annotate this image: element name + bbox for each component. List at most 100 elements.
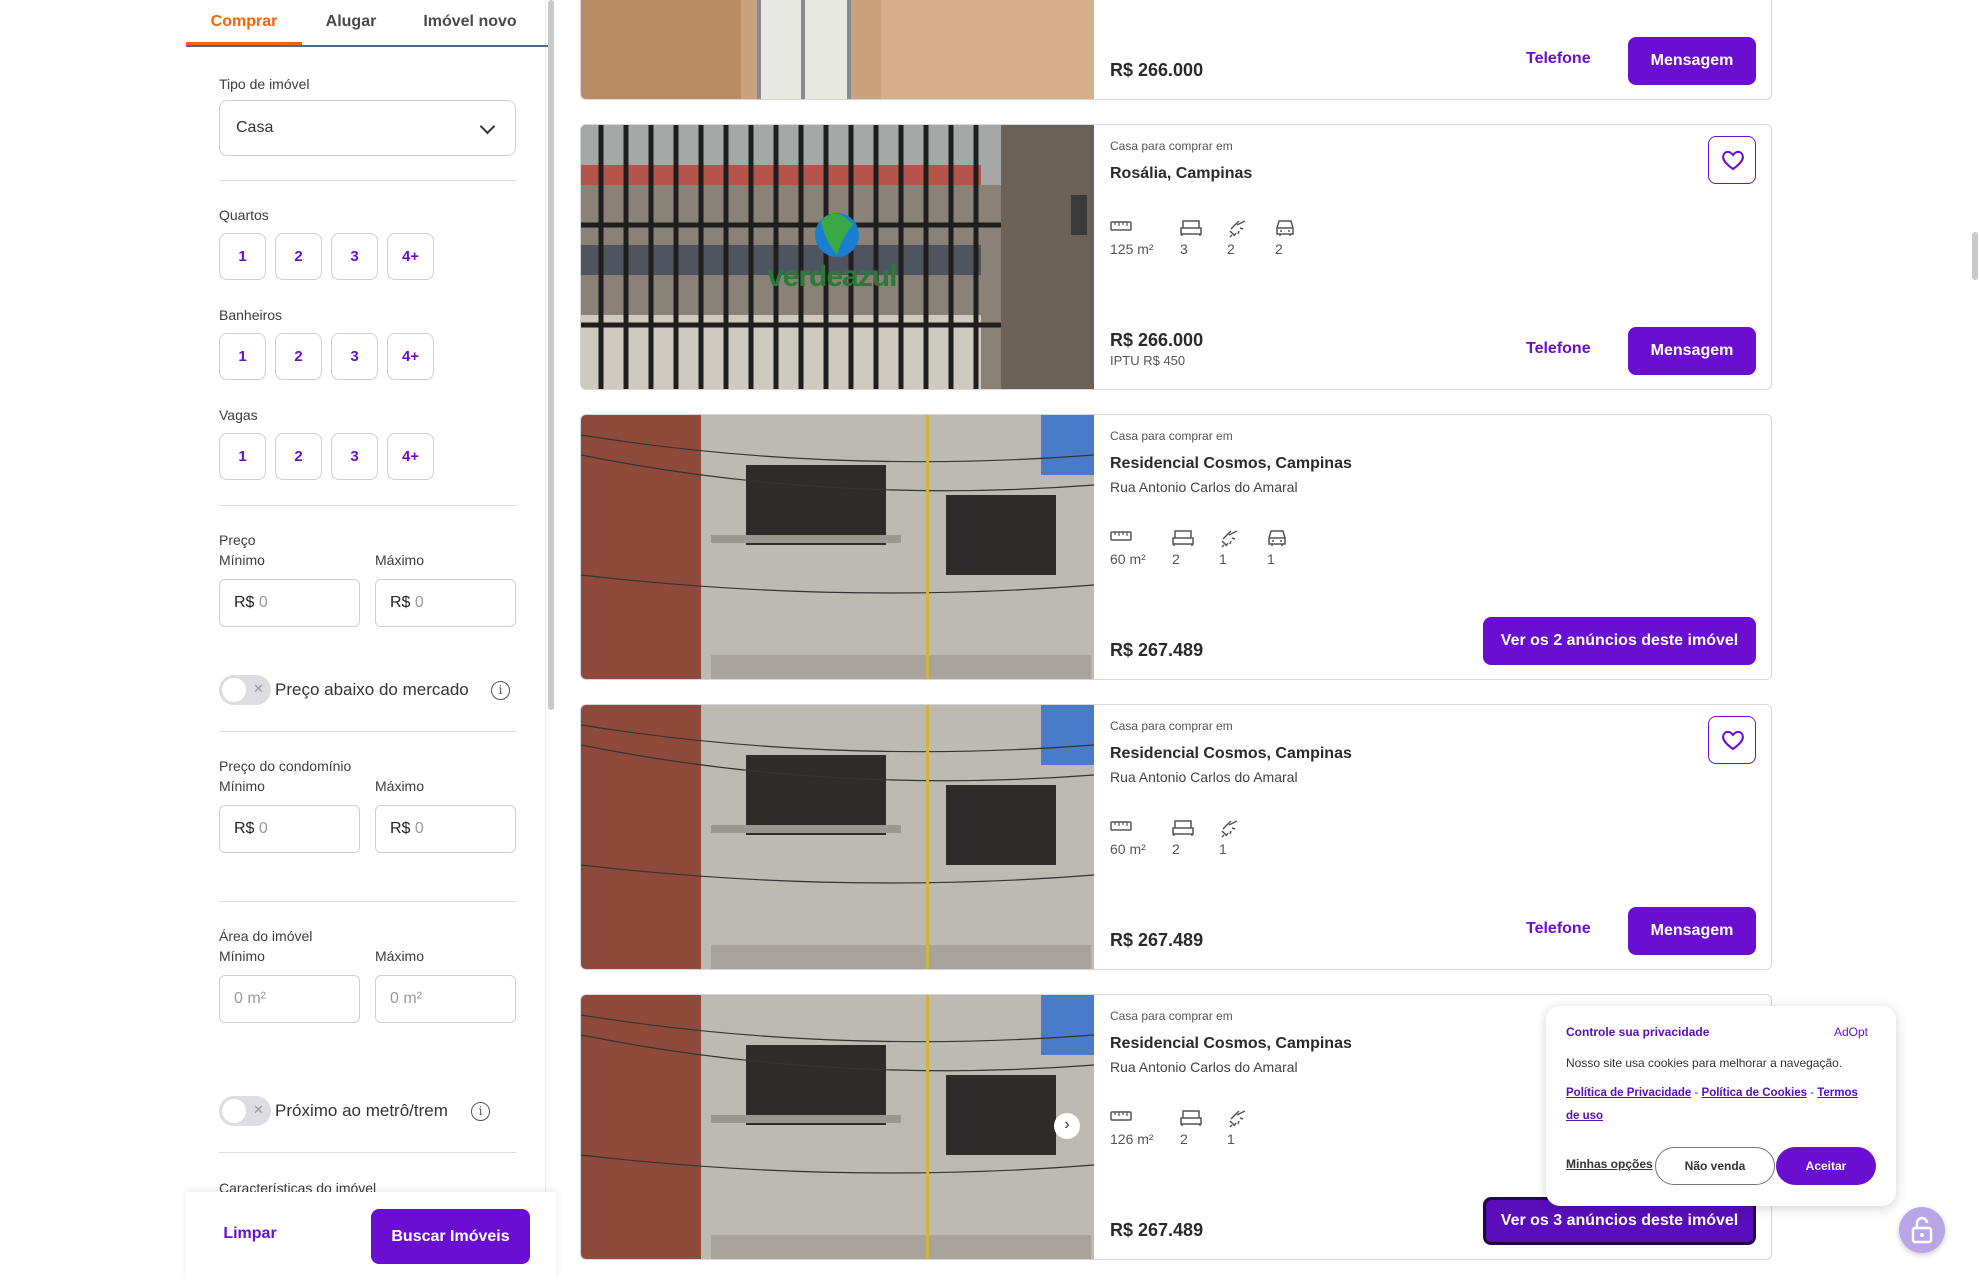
limpar-button[interactable]: Limpar	[210, 1225, 290, 1243]
banheiros-option-3[interactable]: 3	[331, 333, 378, 380]
terms-link[interactable]: de uso	[1566, 1110, 1603, 1122]
ruler-icon	[1110, 819, 1146, 841]
banheiros-option-1[interactable]: 1	[219, 333, 266, 380]
bed-icon	[1180, 1109, 1202, 1131]
telefone-button[interactable]: Telefone	[1526, 340, 1591, 358]
favorite-button[interactable]	[1708, 136, 1756, 184]
telefone-button[interactable]: Telefone	[1526, 50, 1591, 68]
telefone-button[interactable]: Telefone	[1526, 920, 1591, 938]
area-label: Área do imóvel	[219, 928, 313, 944]
page-scrollbar[interactable]	[1972, 232, 1978, 280]
privacy-policy-link[interactable]: Política de Privacidade	[1566, 1087, 1691, 1099]
area-value: 60 m²	[1110, 841, 1146, 857]
quartos-value: 2	[1180, 1131, 1188, 1147]
listing-location[interactable]: Residencial Cosmos, Campinas	[1110, 1035, 1352, 1053]
condominio-max-label: Máximo	[375, 778, 425, 794]
condominio-max-input[interactable]: R$ 0	[375, 805, 516, 853]
abaixo-mercado-label: Preço abaixo do mercado	[275, 680, 469, 699]
mensagem-button[interactable]: Mensagem	[1628, 37, 1756, 85]
info-icon[interactable]: i	[491, 681, 510, 700]
listing-location[interactable]: Residencial Cosmos, Campinas	[1110, 455, 1352, 473]
mensagem-button[interactable]: Mensagem	[1628, 327, 1756, 375]
quartos-value: 2	[1172, 551, 1180, 567]
ver-anuncios-button[interactable]: Ver os 2 anúncios deste imóvel	[1483, 617, 1756, 665]
area-feature: 125 m²	[1110, 219, 1154, 257]
listing-kicker: Casa para comprar em	[1110, 1009, 1233, 1023]
banheiros-value: 1	[1219, 551, 1227, 567]
info-icon[interactable]: i	[471, 1102, 490, 1121]
listing-photo[interactable]	[581, 415, 1094, 679]
privacy-settings-button[interactable]	[1899, 1207, 1945, 1253]
chevron-down-icon	[479, 118, 496, 135]
area-max-label: Máximo	[375, 948, 425, 964]
vagas-option-3[interactable]: 3	[331, 433, 378, 480]
vagas-option-2[interactable]: 2	[275, 433, 322, 480]
preco-max-input[interactable]: R$ 0	[375, 579, 516, 627]
area-min-input[interactable]: 0 m²	[219, 975, 360, 1023]
quartos-option-1[interactable]: 1	[219, 233, 266, 280]
banheiros-value: 1	[1227, 1131, 1235, 1147]
link-separator: -	[1694, 1087, 1699, 1099]
listing-iptu: IPTU R$ 450	[1110, 353, 1186, 368]
vagas-feature: 1	[1267, 529, 1287, 567]
condominio-label: Preço do condomínio	[219, 758, 352, 774]
shower-icon	[1227, 1109, 1247, 1131]
banheiros-option-4plus[interactable]: 4+	[387, 333, 434, 380]
aceitar-button[interactable]: Aceitar	[1776, 1147, 1876, 1185]
tab-alugar[interactable]: Alugar	[302, 0, 400, 45]
house-photo	[581, 0, 1094, 99]
vagas-option-1[interactable]: 1	[219, 433, 266, 480]
placeholder: 0	[414, 820, 424, 837]
minhas-opcoes-link[interactable]: Minhas opções	[1566, 1157, 1653, 1171]
mensagem-button[interactable]: Mensagem	[1628, 907, 1756, 955]
vagas-option-4plus[interactable]: 4+	[387, 433, 434, 480]
listing-card[interactable]: R$ 266.000 Telefone Mensagem	[580, 0, 1772, 100]
divider	[219, 731, 516, 732]
area-feature: 60 m²	[1110, 819, 1146, 857]
house-photo	[581, 995, 1094, 1259]
cookie-policy-link[interactable]: Política de Cookies	[1702, 1087, 1807, 1099]
banheiros-option-2[interactable]: 2	[275, 333, 322, 380]
tipo-value: Casa	[236, 119, 274, 136]
next-photo-button[interactable]: ›	[1054, 1113, 1080, 1139]
heart-icon	[1722, 150, 1744, 171]
listing-location[interactable]: Residencial Cosmos, Campinas	[1110, 745, 1352, 763]
heart-icon	[1722, 730, 1744, 751]
preco-min-input[interactable]: R$ 0	[219, 579, 360, 627]
listing-location[interactable]: Rosália, Campinas	[1110, 165, 1252, 183]
filter-sidebar: Comprar Alugar Imóvel novo Tipo de imóve…	[186, 0, 556, 1280]
quartos-option-2[interactable]: 2	[275, 233, 322, 280]
tipo-select[interactable]: Casa	[219, 100, 516, 156]
quartos-option-4plus[interactable]: 4+	[387, 233, 434, 280]
listing-photo[interactable]	[581, 0, 1094, 99]
banheiros-feature: 2	[1227, 219, 1247, 257]
listing-photo[interactable]: ›	[581, 995, 1094, 1259]
sidebar-scrollbar[interactable]	[548, 0, 554, 710]
listing-card[interactable]: verdeazul Casa para comprar em Rosália, …	[580, 124, 1772, 390]
cookie-title: Controle sua privacidade	[1566, 1025, 1710, 1039]
tipo-label: Tipo de imóvel	[219, 76, 310, 92]
area-max-input[interactable]: 0 m²	[375, 975, 516, 1023]
preco-label: Preço	[219, 532, 256, 548]
condominio-min-input[interactable]: R$ 0	[219, 805, 360, 853]
car-icon	[1267, 529, 1287, 551]
quartos-option-3[interactable]: 3	[331, 233, 378, 280]
listing-kicker: Casa para comprar em	[1110, 719, 1233, 733]
nao-venda-button[interactable]: Não venda	[1655, 1147, 1775, 1185]
house-photo	[581, 125, 1094, 389]
tab-comprar[interactable]: Comprar	[186, 0, 302, 45]
listing-photo[interactable]: verdeazul	[581, 125, 1094, 389]
terms-link[interactable]: Termos	[1817, 1087, 1858, 1099]
tab-imovel-novo[interactable]: Imóvel novo	[400, 0, 540, 45]
caracteristicas-label[interactable]: Características do imóvel	[219, 1180, 376, 1192]
condominio-min-label: Mínimo	[219, 778, 265, 794]
abaixo-mercado-toggle[interactable]: ✕	[219, 675, 271, 705]
placeholder: 0	[414, 594, 424, 611]
listing-card[interactable]: Casa para comprar em Residencial Cosmos,…	[580, 704, 1772, 970]
favorite-button[interactable]	[1708, 716, 1756, 764]
metro-toggle[interactable]: ✕	[219, 1096, 271, 1126]
area-value: 60 m²	[1110, 551, 1146, 567]
buscar-imoveis-button[interactable]: Buscar Imóveis	[371, 1209, 530, 1264]
listing-photo[interactable]	[581, 705, 1094, 969]
listing-card[interactable]: Casa para comprar em Residencial Cosmos,…	[580, 414, 1772, 680]
